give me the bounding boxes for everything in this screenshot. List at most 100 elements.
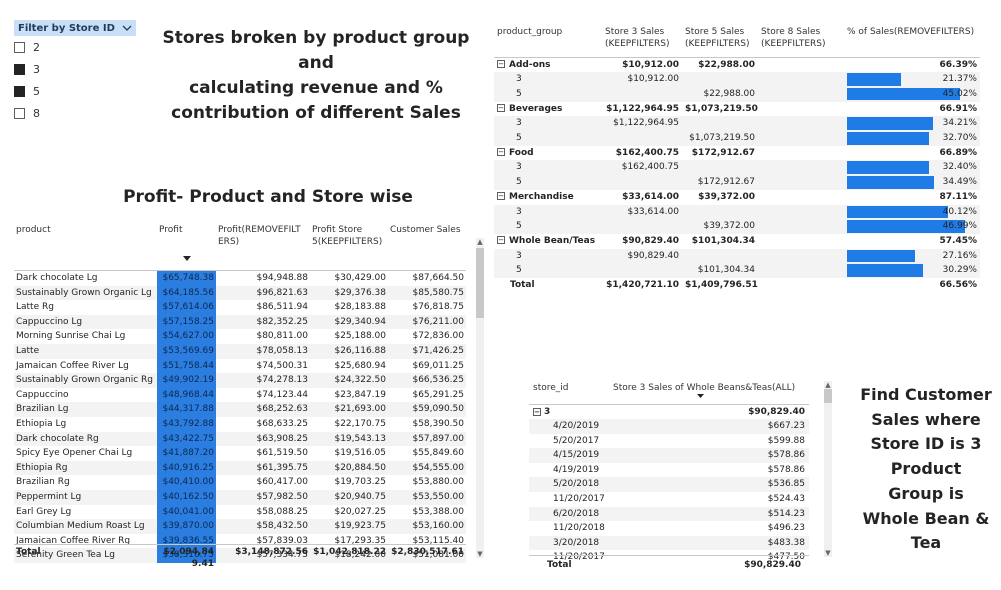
table-row[interactable]: 4/20/2019 $667.23 xyxy=(529,419,809,434)
table-row[interactable]: 3/20/2018 $483.38 xyxy=(529,535,809,551)
collapse-icon[interactable]: − xyxy=(533,407,541,416)
profit-cell: $40,916.25 xyxy=(157,460,216,476)
scroll-down-icon[interactable]: ▼ xyxy=(476,550,484,558)
profit-title: Profit- Product and Store wise xyxy=(123,187,413,207)
profit-removefilters-cell: $94,948.88 xyxy=(256,273,308,284)
total-label: Total xyxy=(16,547,41,557)
table-row[interactable]: Peppermint Lg $40,162.50 $57,982.50 $20,940… xyxy=(14,490,466,505)
pct-bar xyxy=(847,249,916,263)
slicer-item-3[interactable]: 3 xyxy=(14,58,136,80)
table-row[interactable]: 5/20/2018 $536.85 xyxy=(529,477,809,493)
column-header-profit-store5[interactable]: Profit Store 5(KEEPFILTERS) xyxy=(310,222,388,252)
sort-desc-icon[interactable] xyxy=(697,394,704,398)
table-row[interactable]: Dark chocolate Lg $65,748.38 $94,948.88 $30… xyxy=(14,270,466,286)
scroll-up-icon[interactable]: ▲ xyxy=(824,381,832,389)
checkbox[interactable] xyxy=(14,107,25,119)
date-cell: 5/20/2018 xyxy=(553,479,600,490)
find-customer-line: Whole Bean & xyxy=(862,508,990,528)
store-group-row[interactable]: −3 $90,829.40 xyxy=(529,404,809,419)
table-row[interactable]: Columbian Medium Roast Lg $39,870.00 $58,4… xyxy=(14,519,466,534)
checkbox[interactable] xyxy=(14,63,25,75)
column-header-profit-removefilters[interactable]: Profit(REMOVEFILT ERS) xyxy=(216,222,310,252)
profit-cell: $51,758.44 xyxy=(157,358,216,374)
group-row[interactable]: − Food $162,400.75 $172,912.67 66.89% xyxy=(494,146,980,161)
table-row[interactable]: Latte $53,569.69 $78,058.13 $26,116.88 $71,4… xyxy=(14,344,466,359)
collapse-icon[interactable]: − xyxy=(497,148,505,157)
column-header-store3-sales[interactable]: Store 3 Sales (KEEPFILTERS) xyxy=(602,24,682,54)
store-id-label: 3 xyxy=(544,406,551,417)
table-row[interactable]: Cappuccino $48,968.44 $74,123.44 $23,847.19… xyxy=(14,387,466,403)
column-header-profit[interactable]: Profit xyxy=(157,222,216,252)
table-row[interactable]: 11/20/2018 $496.23 xyxy=(529,521,809,536)
chevron-down-icon[interactable] xyxy=(122,23,132,34)
column-header-pct-sales[interactable]: % of Sales(REMOVEFILTERS) xyxy=(844,24,980,54)
column-header-product-group[interactable]: product_group xyxy=(494,24,602,54)
group-row[interactable]: − Whole Bean/Teas $90,829.40 $101,304.34 57.… xyxy=(494,234,980,249)
group-row[interactable]: − Beverages $1,122,964.95 $1,073,219.50 66.9… xyxy=(494,102,980,117)
profit-store5-cell: $22,170.75 xyxy=(334,419,386,430)
slicer-item-label: 5 xyxy=(33,84,40,98)
column-header-product[interactable]: product xyxy=(14,222,157,252)
profit-cell: $40,410.00 xyxy=(157,475,216,490)
table-row[interactable]: Latte Rg $57,614.06 $86,511.94 $28,183.88 $7… xyxy=(14,300,466,315)
column-header-store-id[interactable]: store_id xyxy=(529,380,609,400)
sub-row: 5 $22,988.00 45.02% xyxy=(494,86,980,102)
scroll-thumb[interactable] xyxy=(476,248,484,318)
collapse-icon[interactable]: − xyxy=(497,104,505,113)
table-row[interactable]: Ethiopia Lg $43,792.88 $68,633.25 $22,170.7… xyxy=(14,417,466,432)
sub-row: 5 $1,073,219.50 32.70% xyxy=(494,131,980,146)
column-header-store8-sales[interactable]: Store 8 Sales (KEEPFILTERS) xyxy=(758,24,844,54)
slicer-item-5[interactable]: 5 xyxy=(14,80,136,102)
table-row[interactable]: Ethiopia Rg $40,916.25 $61,395.75 $20,884.5… xyxy=(14,460,466,476)
table-row[interactable]: Cappuccino Lg $57,158.25 $82,352.25 $29,340… xyxy=(14,314,466,330)
table-row[interactable]: 5/20/2017 $599.88 xyxy=(529,434,809,449)
table-row[interactable]: Jamaican Coffee River Lg $51,758.44 $74,50… xyxy=(14,358,466,374)
column-header-store3-wholebeans[interactable]: Store 3 Sales of Whole Beans&Teas(ALL) xyxy=(609,380,809,400)
scroll-down-icon[interactable]: ▼ xyxy=(824,549,832,557)
store-table-scrollbar[interactable]: ▲ ▼ xyxy=(824,381,832,557)
group-row[interactable]: − Add-ons $10,912.00 $22,988.00 66.39% xyxy=(494,57,980,72)
table-row[interactable]: 4/19/2019 $578.86 xyxy=(529,463,809,478)
group-row[interactable]: − Merchandise $33,614.00 $39,372.00 87.11% xyxy=(494,190,980,205)
find-customer-note: Find Customer Sales where Store ID is 3 Pro… xyxy=(858,383,994,556)
pct-sales-cell: 87.11% xyxy=(844,190,980,205)
scroll-thumb[interactable] xyxy=(824,389,832,403)
main-title-line: calculating revenue and % xyxy=(189,78,443,98)
slicer-header[interactable]: Filter by Store ID xyxy=(14,20,136,36)
column-header-customer-sales[interactable]: Customer Sales xyxy=(388,222,466,252)
table-row[interactable]: Brazilian Rg $40,410.00 $60,417.00 $19,703.… xyxy=(14,475,466,490)
table-row[interactable]: Earl Grey Lg $40,041.00 $58,088.25 $20,027.… xyxy=(14,504,466,520)
table-row[interactable]: 6/20/2018 $514.23 xyxy=(529,506,809,522)
collapse-icon[interactable]: − xyxy=(497,60,505,68)
checkbox[interactable] xyxy=(14,85,25,97)
product-cell: Jamaican Coffee River Lg xyxy=(16,360,129,371)
slicer-item-2[interactable]: 2 xyxy=(14,36,136,58)
table-row[interactable]: Dark chocolate Rg $43,422.75 $63,908.25 $19… xyxy=(14,431,466,447)
pct-bar xyxy=(847,161,929,174)
find-customer-line: Sales where xyxy=(871,409,981,429)
table-row[interactable]: Sustainably Grown Organic Rg $49,902.19 $7… xyxy=(14,373,466,388)
scroll-up-icon[interactable]: ▲ xyxy=(476,238,484,246)
pct-label: 57.45% xyxy=(939,235,978,246)
table-row[interactable]: 11/20/2017 $524.43 xyxy=(529,492,809,507)
table-row[interactable]: Spicy Eye Opener Chai Lg $41,887.20 $61,51… xyxy=(14,446,466,461)
table-row[interactable]: Sustainably Grown Organic Lg $64,185.56 $9… xyxy=(14,285,466,301)
product-cell: Earl Grey Lg xyxy=(16,506,72,517)
column-header-store5-sales[interactable]: Store 5 Sales (KEEPFILTERS) xyxy=(682,24,758,54)
pct-bar xyxy=(847,176,934,189)
sales-cell: $578.86 xyxy=(767,450,805,461)
table-row[interactable]: Morning Sunrise Chai Lg $54,627.00 $80,811… xyxy=(14,329,466,345)
collapse-icon[interactable]: − xyxy=(497,192,505,201)
table-row[interactable]: 4/15/2019 $578.86 xyxy=(529,448,809,463)
pct-label: 45.02% xyxy=(942,88,977,99)
sort-desc-icon[interactable] xyxy=(157,252,216,267)
sales-cell: $578.86 xyxy=(767,464,805,475)
table-row[interactable]: Brazilian Lg $44,317.88 $68,252.63 $21,693.… xyxy=(14,402,466,418)
collapse-icon[interactable]: − xyxy=(497,236,505,245)
slicer-item-8[interactable]: 8 xyxy=(14,102,136,124)
checkbox[interactable] xyxy=(14,41,25,53)
sub-row: 3 $90,829.40 27.16% xyxy=(494,248,980,264)
profit-removefilters-cell: $96,821.63 xyxy=(256,287,308,298)
product-table-scrollbar[interactable]: ▲ ▼ xyxy=(476,238,484,558)
sales-cell: $536.85 xyxy=(767,479,805,490)
